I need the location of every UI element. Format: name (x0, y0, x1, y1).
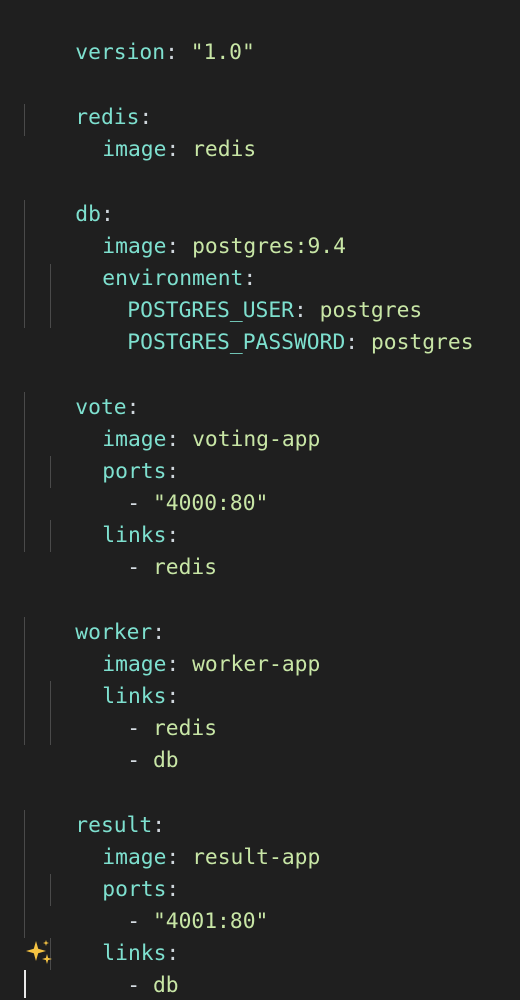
code-line: image: worker-app (51, 617, 320, 677)
code-line: image: postgres:9.4 (51, 199, 346, 259)
code-line: version: "1.0" (24, 5, 255, 65)
code-line: image: result-app (51, 810, 320, 870)
code-line: links: (51, 649, 179, 709)
code-line: - "4000:80" (76, 456, 268, 516)
code-line: image: voting-app (51, 392, 320, 452)
colon: : (165, 40, 191, 65)
yaml-value: postgres (370, 330, 474, 355)
yaml-value: "1.0" (190, 40, 255, 65)
code-line: environment: (51, 231, 256, 291)
code-line: - redis (76, 520, 217, 580)
code-line: - redis (76, 681, 217, 741)
yaml-value: redis (192, 137, 257, 162)
code-line: vote: (24, 360, 139, 420)
yaml-list-item: redis (152, 555, 218, 580)
yaml-key: version (75, 40, 166, 65)
code-line: - "4001:80" (76, 874, 268, 934)
code-line: db: (24, 167, 113, 227)
code-editor[interactable]: version: "1.0" redis: image: redis db: i… (0, 0, 520, 1000)
code-line: image: redis (51, 102, 256, 162)
code-line: POSTGRES_USER: postgres (76, 263, 422, 323)
yaml-list-item: db (152, 748, 179, 773)
list-dash: - (127, 555, 153, 580)
yaml-value: voting-app (192, 427, 321, 452)
code-line: ports: (51, 842, 179, 902)
list-dash: - (127, 973, 153, 998)
code-line: links: (51, 488, 179, 548)
code-line: POSTGRES_PASSWORD: postgres (76, 295, 473, 355)
colon: : (345, 330, 371, 355)
code-line: links: (51, 906, 179, 966)
text-cursor (24, 970, 26, 998)
yaml-value: result-app (192, 845, 321, 870)
yaml-list-item: db (152, 973, 179, 998)
code-line: result: (24, 778, 165, 838)
list-dash: - (127, 748, 153, 773)
yaml-value: worker-app (192, 652, 321, 677)
sparkle-icon[interactable] (25, 938, 53, 966)
yaml-key: image (102, 137, 167, 162)
colon: : (166, 137, 193, 162)
code-line: redis: (24, 70, 152, 130)
code-line: - db (76, 713, 178, 773)
code-line: - db (76, 938, 178, 998)
code-line: ports: (51, 424, 179, 484)
yaml-key: POSTGRES_PASSWORD (127, 330, 346, 355)
code-line: worker: (24, 585, 165, 645)
